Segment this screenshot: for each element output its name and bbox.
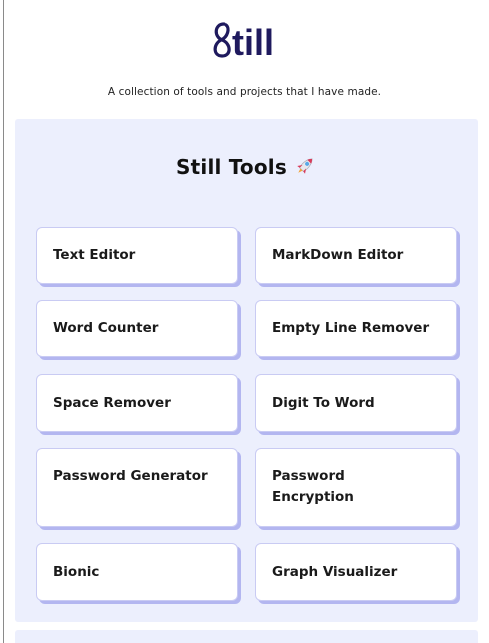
- tool-card-password-encryption[interactable]: Password Encryption: [255, 448, 457, 527]
- still-logo-icon: till: [213, 22, 274, 62]
- tool-card-label: Graph Visualizer: [272, 563, 398, 580]
- rocket-icon: [293, 155, 317, 182]
- tool-card-text-editor[interactable]: Text Editor: [36, 227, 238, 284]
- tool-card-space-remover[interactable]: Space Remover: [36, 374, 238, 432]
- tool-card-empty-line-remover[interactable]: Empty Line Remover: [255, 300, 457, 357]
- tool-card-label: Digit To Word: [272, 394, 375, 411]
- tool-card-label: Text Editor: [53, 247, 136, 263]
- tool-card-label: Word Counter: [53, 320, 159, 336]
- tool-card-label: Empty Line Remover: [272, 320, 430, 336]
- site-logo[interactable]: till: [0, 18, 489, 68]
- page: till A collection of tools and projects …: [0, 0, 489, 643]
- next-section-panel: [15, 630, 478, 643]
- tool-card-password-generator[interactable]: Password Generator: [36, 448, 238, 527]
- tool-card-label: Password Encryption: [272, 468, 354, 505]
- tool-card-word-counter[interactable]: Word Counter: [36, 300, 238, 357]
- tool-card-label: Password Generator: [53, 468, 208, 484]
- svg-text:till: till: [232, 22, 274, 62]
- tool-card-graph-visualizer[interactable]: Graph Visualizer: [255, 543, 457, 601]
- tool-card-label: MarkDown Editor: [272, 247, 404, 263]
- tool-card-markdown-editor[interactable]: MarkDown Editor: [255, 227, 457, 284]
- tool-card-bionic[interactable]: Bionic: [36, 543, 238, 601]
- section-title-text: Still Tools: [176, 155, 287, 179]
- tool-card-label: Space Remover: [53, 394, 171, 411]
- tagline: A collection of tools and projects that …: [107, 86, 382, 98]
- tool-card-digit-to-word[interactable]: Digit To Word: [255, 374, 457, 432]
- tools-panel: Still Tools Text Editor MarkDown Editor …: [15, 119, 478, 622]
- section-title: Still Tools: [15, 155, 478, 182]
- tool-card-label: Bionic: [53, 563, 100, 580]
